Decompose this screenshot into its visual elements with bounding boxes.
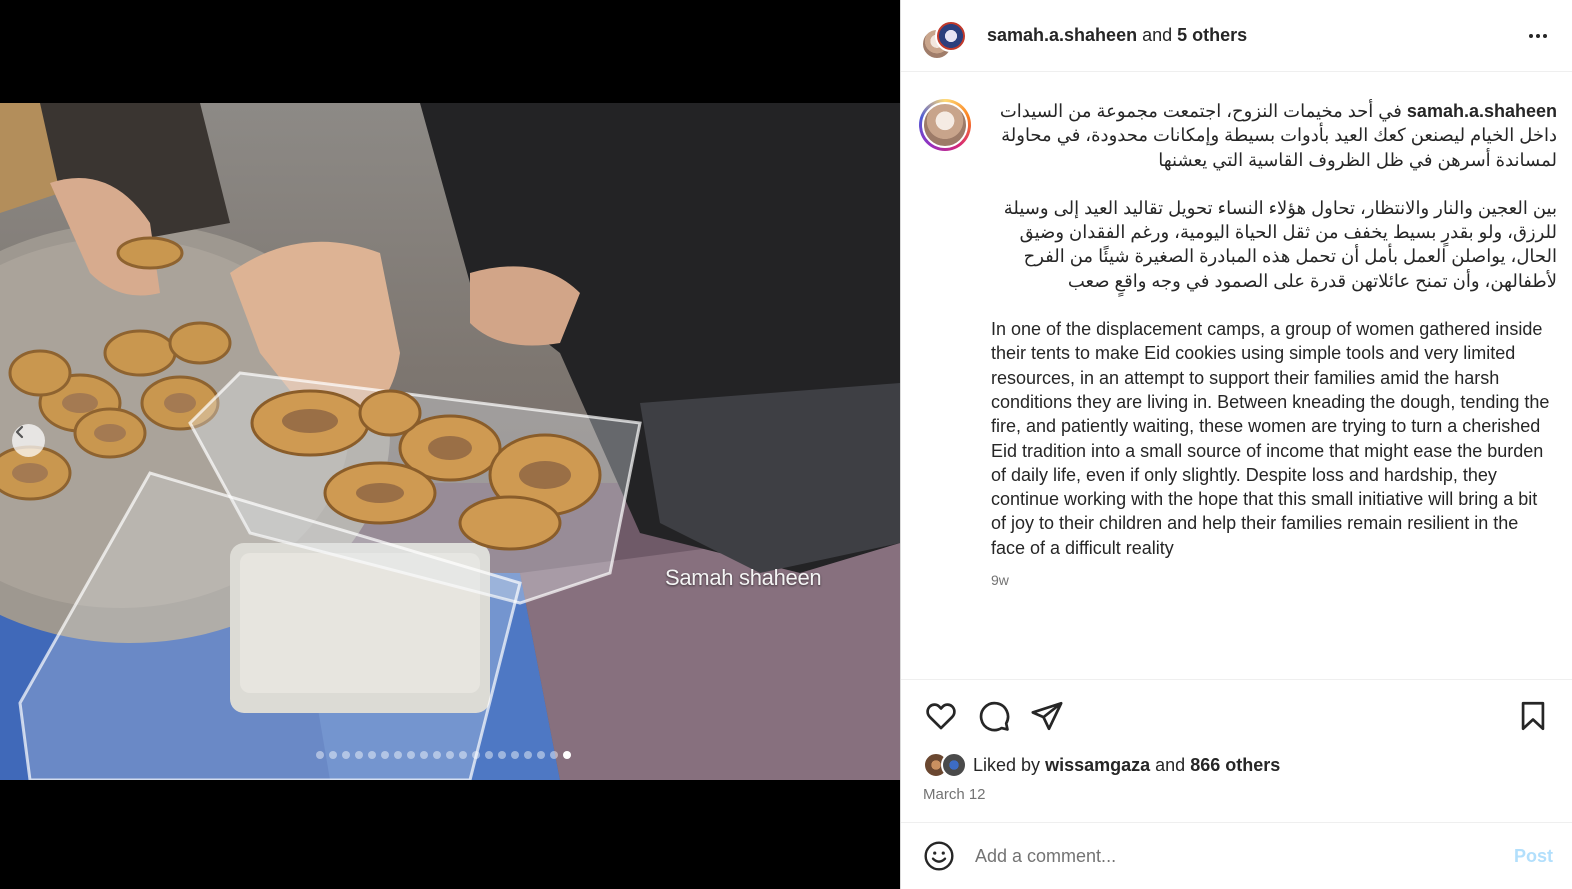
- carousel-dot-active: [563, 751, 571, 759]
- avatar: [922, 102, 968, 148]
- emoji-icon: [924, 841, 954, 871]
- chevron-left-icon: [15, 425, 24, 439]
- post-date[interactable]: March 12: [923, 786, 986, 803]
- liked-by-and: and: [1155, 754, 1186, 775]
- carousel-dot: [446, 751, 454, 759]
- avatar: [935, 19, 967, 52]
- carousel-dot: [459, 751, 467, 759]
- carousel-dot: [524, 751, 532, 759]
- comment-icon: [979, 701, 1010, 732]
- post-sidebar: samah.a.shaheen and 5 others samah.a.sha…: [900, 0, 1572, 889]
- save-button[interactable]: [1513, 696, 1553, 736]
- bookmark-icon: [1521, 701, 1545, 731]
- carousel-dot: [472, 751, 480, 759]
- emoji-button[interactable]: [921, 838, 957, 874]
- caption: samah.a.shaheen في أحد مخيمات النزوح، اج…: [991, 99, 1557, 679]
- caption-username[interactable]: samah.a.shaheen: [1407, 101, 1557, 121]
- caption-english: In one of the displacement camps, a grou…: [991, 319, 1550, 558]
- send-icon: [1031, 701, 1063, 731]
- liked-by-user[interactable]: wissamgaza: [1045, 755, 1150, 775]
- carousel-dot: [550, 751, 558, 759]
- photo-watermark: Samah shaheen: [665, 565, 822, 590]
- likes-summary: Liked by wissamgaza and 866 others: [923, 752, 1280, 778]
- carousel-dot: [316, 751, 324, 759]
- carousel-dot: [342, 751, 350, 759]
- carousel-dot: [407, 751, 415, 759]
- carousel-prev-button[interactable]: [12, 424, 45, 457]
- share-button[interactable]: [1027, 696, 1067, 736]
- carousel-indicator: [316, 750, 571, 760]
- carousel-dot: [420, 751, 428, 759]
- liked-by-others[interactable]: 866 others: [1190, 755, 1280, 775]
- avatar[interactable]: [941, 752, 967, 778]
- heart-icon: [926, 703, 956, 730]
- post-photo[interactable]: Samah shaheen: [0, 103, 900, 780]
- comments-section: samah.a.shaheen في أحد مخيمات النزوح، اج…: [901, 73, 1572, 679]
- media-pane: Samah shaheen: [0, 0, 900, 889]
- carousel-dot: [355, 751, 363, 759]
- carousel-dot: [433, 751, 441, 759]
- add-comment-bar: Post: [901, 822, 1572, 889]
- photo-illustration: [0, 103, 900, 780]
- caption-arabic-para-1: samah.a.shaheen في أحد مخيمات النزوح، اج…: [991, 99, 1557, 172]
- carousel-dot: [368, 751, 376, 759]
- carousel-dot: [537, 751, 545, 759]
- carousel-dot: [511, 751, 519, 759]
- post-comment-button[interactable]: Post: [1514, 846, 1553, 867]
- comment-button[interactable]: [974, 696, 1014, 736]
- author-username[interactable]: samah.a.shaheen: [987, 25, 1137, 45]
- liked-by-prefix: Liked by: [973, 754, 1041, 775]
- others-link[interactable]: 5 others: [1177, 25, 1247, 45]
- likes-text: Liked by wissamgaza and 866 others: [973, 755, 1280, 776]
- author-joiner: and: [1142, 25, 1173, 45]
- carousel-dot: [498, 751, 506, 759]
- more-horizontal-icon: [1529, 34, 1547, 38]
- action-icons: [921, 696, 1553, 736]
- caption-avatar[interactable]: [919, 99, 971, 151]
- post-viewer: Samah shaheen samah.a.shaheen and 5 othe…: [0, 0, 1572, 889]
- collab-authors: samah.a.shaheen and 5 others: [987, 25, 1247, 46]
- like-button[interactable]: [921, 696, 961, 736]
- carousel-dot: [394, 751, 402, 759]
- carousel-dot: [381, 751, 389, 759]
- carousel-dot: [329, 751, 337, 759]
- caption-arabic-para-2: بين العجين والنار والانتظار، تحاول هؤلاء…: [1003, 197, 1557, 291]
- carousel-dot: [485, 751, 493, 759]
- comment-input[interactable]: [975, 845, 1475, 867]
- post-actions: Liked by wissamgaza and 866 others March…: [901, 679, 1572, 822]
- more-options-button[interactable]: [1524, 22, 1552, 50]
- caption-time[interactable]: 9w: [991, 568, 1557, 592]
- collab-avatars[interactable]: [921, 12, 969, 60]
- post-header: samah.a.shaheen and 5 others: [901, 0, 1572, 72]
